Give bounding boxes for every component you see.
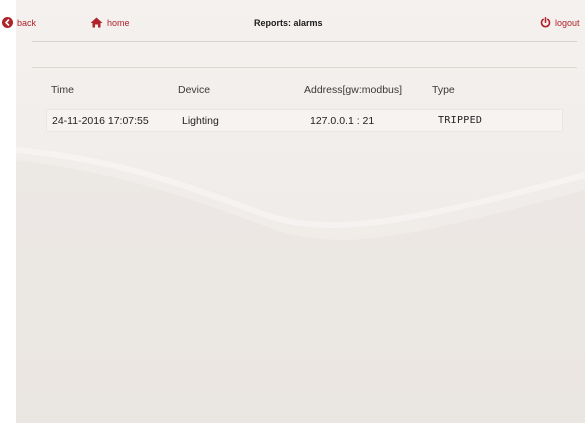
logout-button[interactable]: logout: [540, 17, 580, 28]
column-header-type: Type: [432, 84, 455, 96]
column-header-time: Time: [51, 84, 74, 96]
column-header-device: Device: [178, 84, 211, 96]
home-button[interactable]: home: [90, 17, 130, 28]
cell-address: 127.0.0.1 : 21: [310, 115, 375, 127]
back-label: back: [17, 17, 37, 28]
background-wave: [16, 0, 585, 423]
home-icon: [90, 17, 103, 28]
back-button[interactable]: back: [2, 17, 36, 28]
content-divider: [32, 67, 577, 68]
back-arrow-circle-icon: [2, 17, 13, 28]
cell-type: TRIPPED: [438, 115, 483, 126]
cell-device: Lighting: [182, 115, 219, 127]
home-label: home: [107, 17, 130, 28]
power-icon: [540, 17, 551, 28]
page-title: Reports: alarms: [254, 18, 323, 28]
logout-label: logout: [555, 17, 580, 28]
column-header-address: Address[gw:modbus]: [304, 84, 403, 96]
cell-time: 24-11-2016 17:07:55: [52, 115, 149, 127]
main-panel: Time Device Address[gw:modbus] Type 24-1…: [16, 0, 585, 423]
header-divider: [32, 41, 577, 42]
